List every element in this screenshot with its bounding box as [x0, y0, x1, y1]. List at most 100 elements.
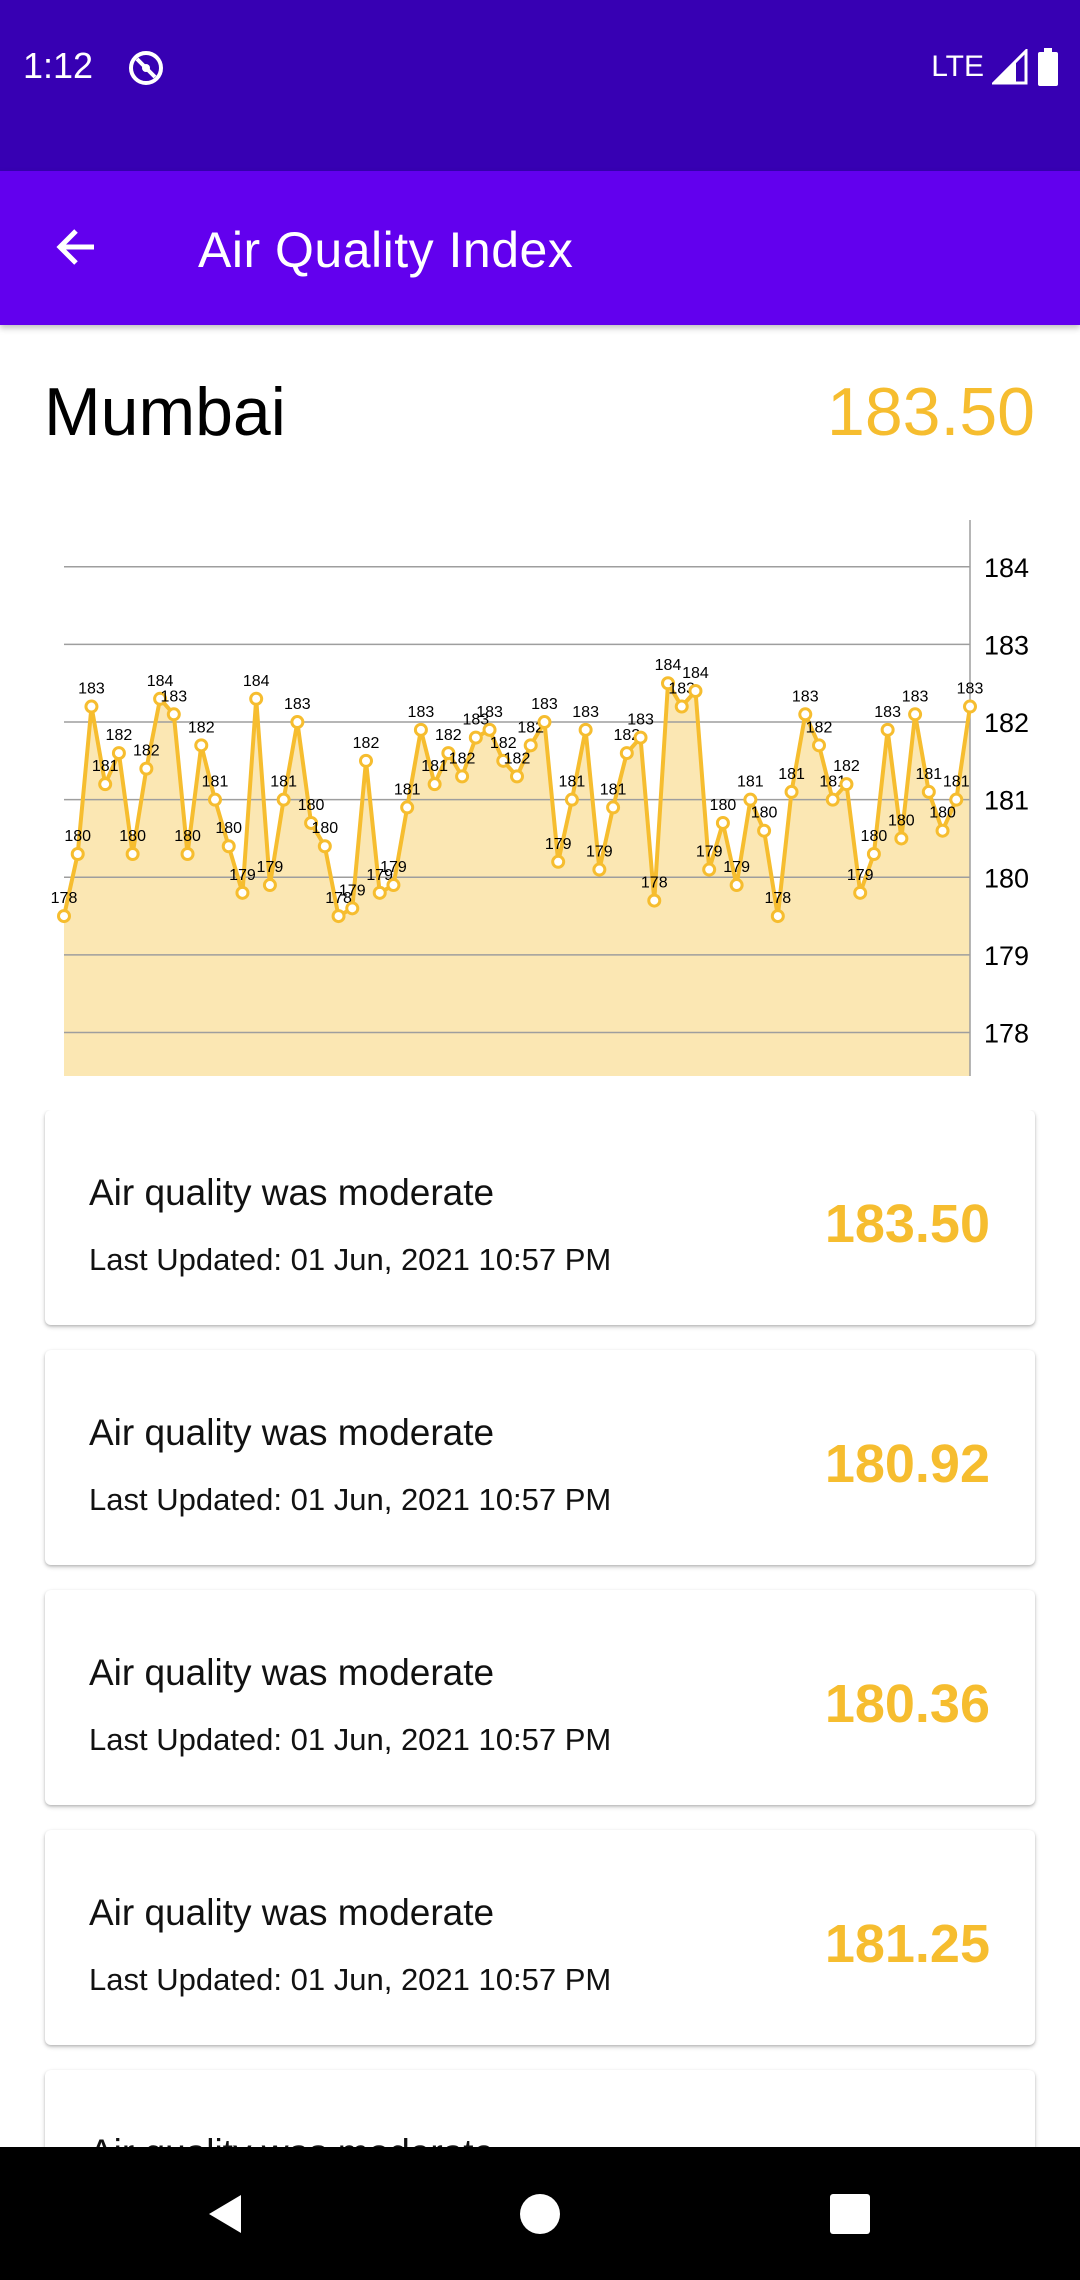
back-button[interactable]	[40, 211, 112, 283]
data-label: 179	[229, 867, 256, 884]
data-label: 182	[106, 727, 133, 744]
data-point	[963, 699, 977, 714]
data-point	[619, 746, 634, 761]
data-point	[564, 792, 579, 807]
reading-card[interactable]: Air quality was moderate Last Updated: 01…	[45, 1830, 1035, 2045]
data-label: 179	[339, 882, 366, 899]
data-point	[249, 691, 264, 706]
reading-card[interactable]: Air quality was moderate Last Updated: 01…	[45, 1350, 1035, 1565]
data-point	[221, 839, 236, 854]
data-label: 184	[682, 665, 709, 682]
status-bar: 1:12 LTE	[0, 0, 1080, 171]
data-label: 183	[902, 688, 929, 705]
data-point	[853, 885, 868, 900]
data-label: 182	[504, 750, 531, 767]
reading-aqi-value: 181.25	[824, 1914, 990, 1974]
navigation-bar	[0, 2147, 1080, 2280]
data-point	[894, 831, 909, 846]
data-label: 181	[915, 766, 942, 783]
readings-list[interactable]: Air quality was moderate Last Updated: 01…	[0, 1110, 1080, 2147]
data-label: 183	[78, 681, 105, 698]
y-tick-label: 182	[984, 708, 1029, 738]
data-label: 181	[202, 774, 229, 791]
data-point	[125, 847, 140, 862]
data-label: 182	[449, 750, 476, 767]
data-point	[482, 722, 497, 737]
data-point	[688, 684, 703, 699]
nav-home-button[interactable]	[508, 2182, 572, 2246]
nav-recents-button[interactable]	[818, 2182, 882, 2246]
data-label: 178	[51, 890, 78, 907]
y-tick-label: 181	[984, 786, 1029, 816]
data-label: 179	[586, 844, 613, 861]
data-label: 182	[435, 727, 462, 744]
data-point	[757, 823, 772, 838]
data-point	[413, 722, 428, 737]
data-point	[715, 815, 730, 830]
data-point	[84, 699, 99, 714]
y-tick-label: 184	[984, 553, 1029, 583]
data-point	[880, 722, 895, 737]
data-label: 181	[394, 781, 421, 798]
data-point	[812, 738, 826, 753]
data-label: 180	[174, 828, 201, 845]
reading-card[interactable]: Air quality was moderate	[45, 2070, 1035, 2147]
data-point	[290, 715, 305, 730]
battery-icon	[1038, 48, 1058, 86]
status-icons: LTE	[931, 48, 1060, 86]
data-label: 183	[957, 681, 984, 698]
data-label: 183	[284, 696, 311, 713]
data-label: 182	[833, 758, 860, 775]
data-point	[674, 699, 689, 714]
data-point	[235, 885, 250, 900]
data-point	[359, 753, 373, 768]
reading-title: Air quality was moderate	[89, 1412, 495, 1453]
data-point	[633, 730, 648, 745]
data-point	[262, 878, 277, 893]
data-point	[455, 769, 470, 784]
data-point	[551, 854, 566, 869]
nav-back-button[interactable]	[194, 2182, 258, 2246]
data-point	[111, 746, 126, 761]
data-point	[647, 893, 662, 908]
reading-card[interactable]: Air quality was moderate Last Updated: 01…	[45, 1590, 1035, 1805]
data-point	[921, 784, 936, 799]
reading-updated-time: Last Updated: 01 Jun, 2021 10:57 PM	[89, 1962, 612, 1997]
data-point	[180, 847, 195, 862]
app-bar: Air Quality Index	[0, 171, 1080, 325]
data-label: 182	[188, 719, 215, 736]
data-point	[317, 839, 332, 854]
data-label: 180	[64, 828, 91, 845]
data-label: 183	[792, 688, 819, 705]
data-label: 180	[710, 797, 737, 814]
data-label: 184	[655, 657, 682, 674]
data-label: 178	[641, 875, 668, 892]
data-point	[331, 909, 346, 924]
data-point	[743, 792, 758, 807]
status-time: 1:12	[23, 45, 94, 86]
data-point	[345, 901, 360, 916]
data-label: 181	[270, 774, 297, 791]
data-label: 183	[627, 712, 654, 729]
data-label: 183	[874, 704, 901, 721]
reading-updated-time: Last Updated: 01 Jun, 2021 10:57 PM	[89, 1722, 612, 1757]
data-point	[372, 885, 387, 900]
data-label: 180	[751, 805, 778, 822]
home-circle-icon	[520, 2194, 560, 2234]
data-label: 184	[147, 673, 174, 690]
data-label: 184	[243, 673, 270, 690]
data-label: 180	[888, 812, 915, 829]
data-point	[866, 847, 881, 862]
data-label: 183	[572, 704, 599, 721]
reading-title: Air quality was moderate	[89, 1652, 495, 1693]
data-point	[400, 800, 415, 815]
data-label: 181	[559, 774, 586, 791]
y-tick-label: 179	[984, 941, 1029, 971]
reading-card[interactable]: Air quality was moderate Last Updated: 01…	[45, 1110, 1035, 1325]
data-label: 181	[943, 774, 970, 791]
data-point	[70, 847, 85, 862]
alert-circle-icon	[129, 51, 163, 85]
data-label: 180	[215, 820, 242, 837]
data-label: 178	[764, 890, 791, 907]
y-tick-label: 183	[984, 630, 1029, 660]
